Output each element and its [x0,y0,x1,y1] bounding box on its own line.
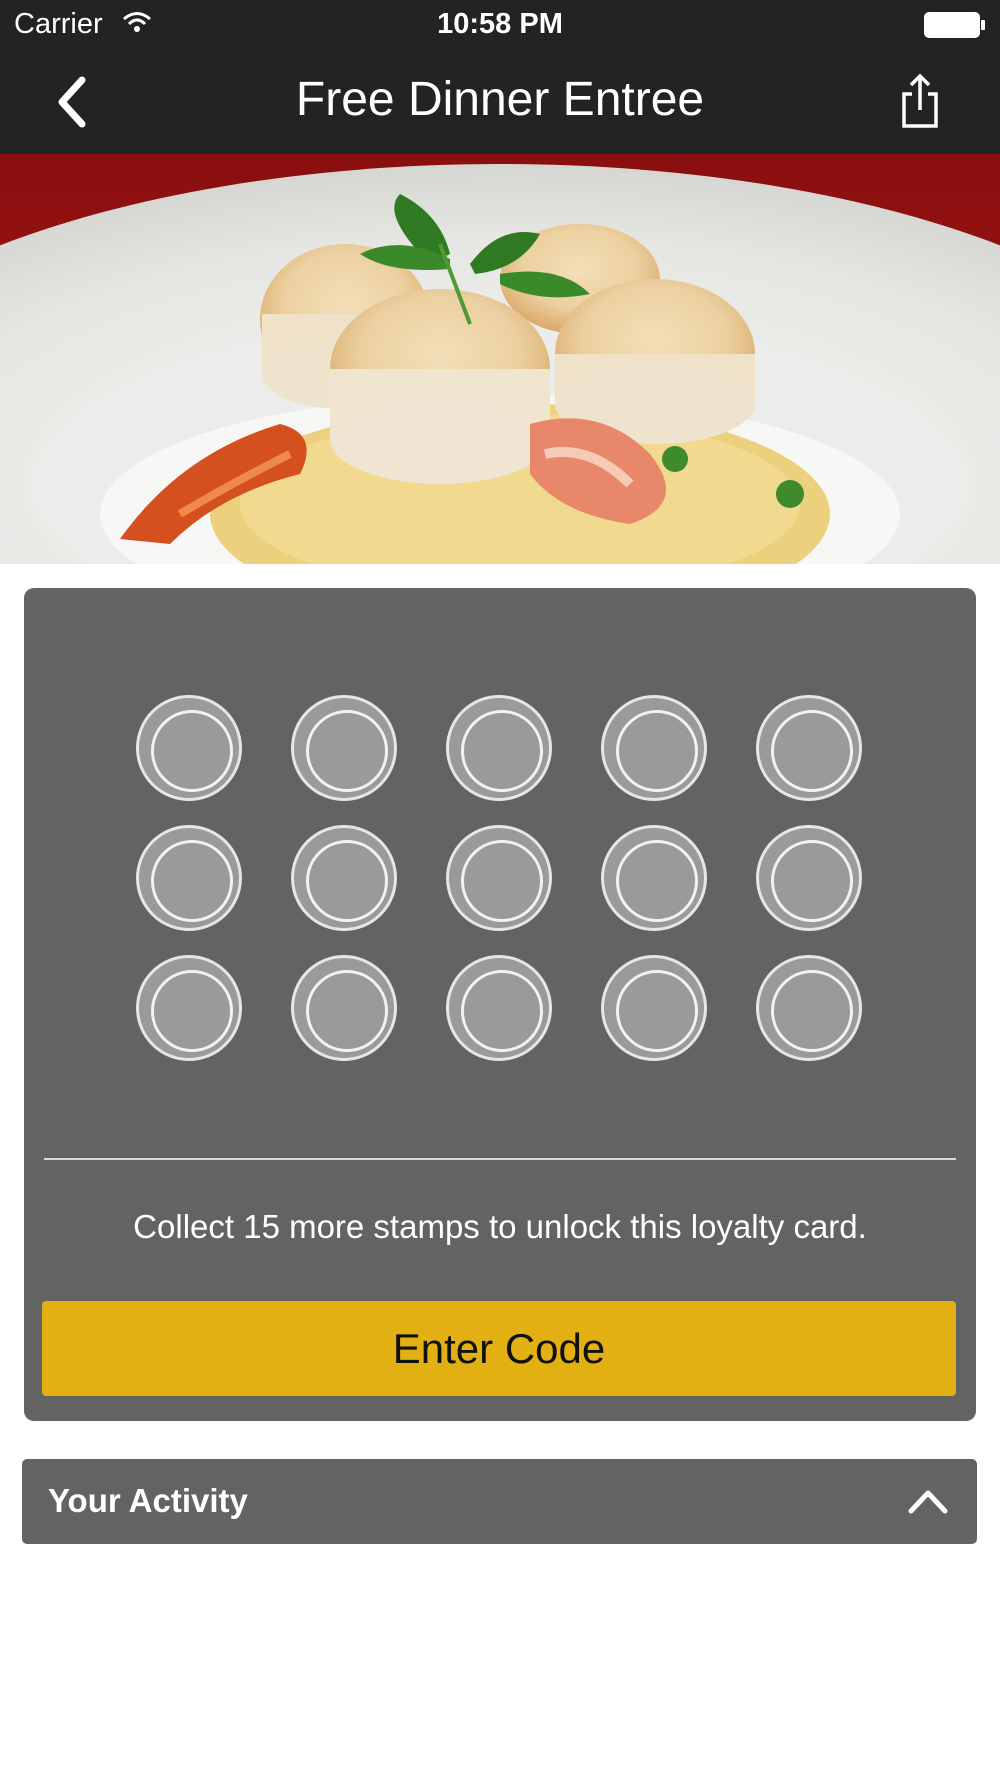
chevron-up-icon[interactable] [907,1483,949,1524]
stamp-slot [601,825,707,931]
stamp-slot [756,825,862,931]
your-activity-header[interactable]: Your Activity [22,1459,977,1544]
stamp-slot [446,955,552,1061]
stamp-slot [136,695,242,801]
stamp-slot [756,695,862,801]
navigation-bar: Free Dinner Entree [0,50,1000,154]
stamp-slot [601,955,707,1061]
status-bar: Carrier 10:58 PM [0,0,1000,50]
card-divider [44,1158,956,1160]
top-bar: Carrier 10:58 PM Free Dinner Entree [0,0,1000,154]
dish-photo [0,154,1000,564]
stamp-slot [446,825,552,931]
battery-icon [924,12,986,43]
stamp-slot [446,695,552,801]
share-button[interactable] [892,72,948,132]
stamp-slot [601,695,707,801]
stamp-slot [136,955,242,1061]
page-title: Free Dinner Entree [295,73,705,126]
stamp-grid [136,695,884,1065]
stamp-slot [291,695,397,801]
stamp-slot [136,825,242,931]
enter-code-button[interactable]: Enter Code [42,1301,956,1396]
status-time: 10:58 PM [437,8,563,40]
share-icon [892,73,948,136]
loyalty-card: Collect 15 more stamps to unlock this lo… [24,588,976,1421]
stamp-slot [756,955,862,1061]
screen: Carrier 10:58 PM Free Dinner Entree Coll… [0,0,1000,1778]
activity-title: Your Activity [48,1482,248,1519]
hero-image [0,154,1000,564]
stamps-remaining-message: Collect 15 more stamps to unlock this lo… [133,1208,867,1245]
stamp-slot [291,825,397,931]
stamp-slot [291,955,397,1061]
